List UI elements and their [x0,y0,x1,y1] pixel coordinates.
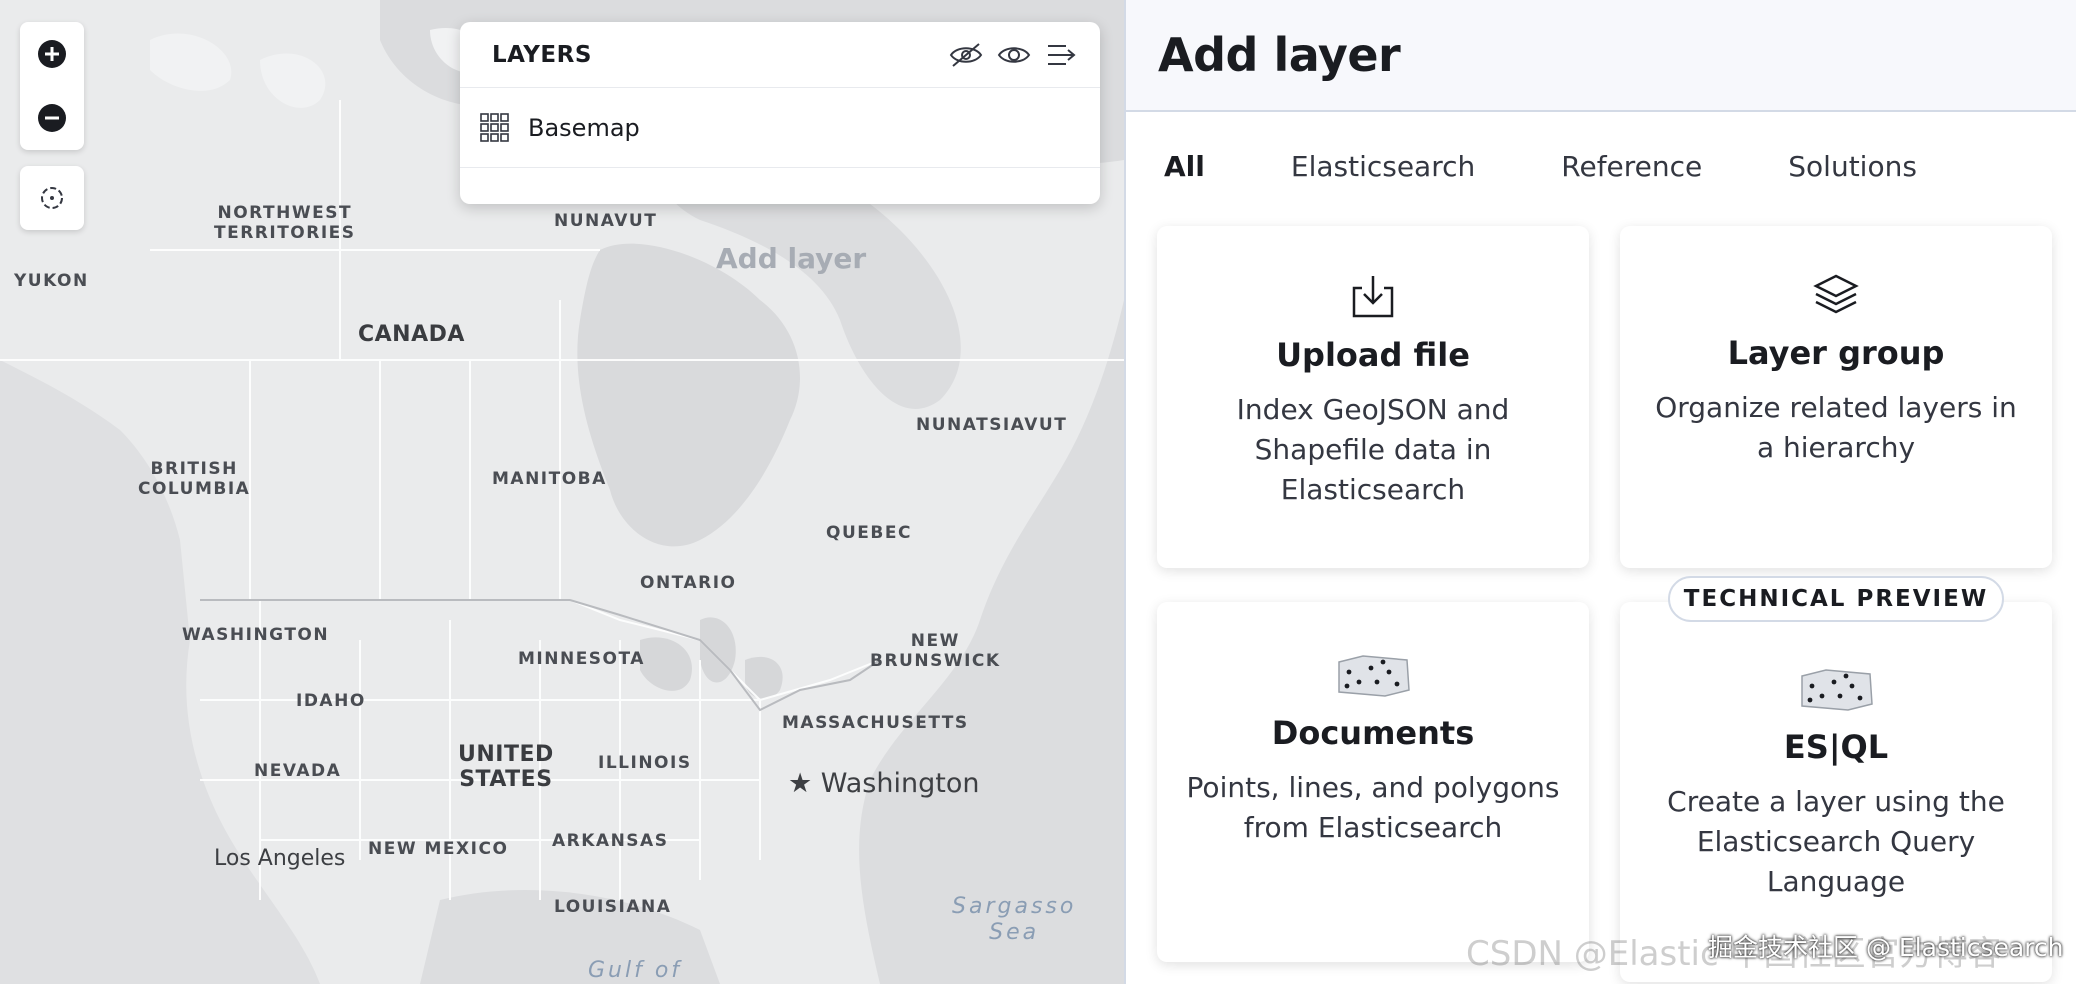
layers-panel-title: LAYERS [492,41,592,68]
show-all-layers-button[interactable] [994,35,1034,75]
map-label-illinois: ILLINOIS [598,753,692,773]
card-title: Layer group [1727,334,1945,372]
map-label-nunavut: NUNAVUT [554,211,658,231]
plus-circle-icon [38,40,66,68]
map-ghost-add-layer: Add layer [716,242,867,275]
tab-solutions[interactable]: Solutions [1788,150,1917,183]
map-label-nunatsiavut: NUNATSIAVUT [916,415,1068,435]
add-layer-header: Add layer [1126,0,2076,112]
technical-preview-badge: TECHNICAL PREVIEW [1668,576,2004,622]
card-title: Upload file [1276,336,1470,374]
card-title: ES|QL [1783,728,1889,766]
eye-closed-icon [949,42,983,67]
grid-icon [480,112,509,142]
card-layer-group[interactable]: Layer group Organize related layers in a… [1620,226,2052,568]
map-label-manitoba: MANITOBA [492,469,607,489]
map-label-northwest-territories: NORTHWEST TERRITORIES [214,203,356,243]
card-description: Index GeoJSON and Shapefile data in Elas… [1236,393,1510,506]
layer-row-basemap[interactable]: Basemap [460,88,1100,168]
crosshair-icon [41,187,63,209]
map-label-minnesota: MINNESOTA [518,649,645,669]
map-label-los-angeles: Los Angeles [214,846,346,871]
map-label-quebec: QUEBEC [826,523,912,543]
locate-control [20,166,84,230]
hide-all-layers-button[interactable] [946,35,986,75]
map-canvas[interactable]: NORTHWEST TERRITORIES YUKON NUNAVUT CANAD… [0,0,1124,984]
map-label-sargasso-sea: Sargasso Sea [952,894,1077,946]
add-layer-title: Add layer [1158,28,1401,82]
zoom-in-button[interactable] [20,22,84,86]
map-label-idaho: IDAHO [296,691,366,711]
card-esql[interactable]: ES|QL Create a layer using the Elasticse… [1620,602,2052,982]
layer-name: Basemap [528,113,640,142]
layers-panel-header: LAYERS [460,22,1100,88]
map-label-arkansas: ARKANSAS [552,831,669,851]
zoom-controls [20,22,84,150]
collapse-right-icon [1048,44,1076,65]
map-label-nevada: NEVADA [254,761,342,781]
layers-icon [1813,274,1859,314]
capital-star-icon: ★ [788,768,821,799]
map-label-ontario: ONTARIO [640,573,737,593]
card-description: Points, lines, and polygons from Elastic… [1186,771,1560,844]
map-label-canada: CANADA [358,322,465,347]
documents-icon [1338,655,1410,697]
upload-icon [1352,276,1394,318]
map-label-gulf: Gulf of [588,958,683,983]
map-label-massachusetts: MASSACHUSETTS [782,713,969,733]
map-label-washington-state: WASHINGTON [182,625,330,645]
zoom-out-button[interactable] [20,86,84,150]
card-description: Create a layer using the Elasticsearch Q… [1667,785,2005,898]
map-label-yukon: YUKON [14,271,89,291]
tab-reference[interactable]: Reference [1561,150,1702,183]
minus-circle-icon [38,104,66,132]
layer-type-tabs: All Elasticsearch Reference Solutions [1164,150,2003,183]
map-label-louisiana: LOUISIANA [554,897,672,917]
map-label-british-columbia: BRITISH COLUMBIA [138,459,251,499]
map-label-washington-city: ★ Washington [788,768,980,799]
layers-panel: LAYERS Basemap [460,22,1100,204]
card-title: Documents [1271,714,1475,752]
eye-icon [997,46,1031,63]
card-upload-file[interactable]: Upload file Index GeoJSON and Shapefile … [1157,226,1589,568]
fit-to-data-button[interactable] [20,166,84,230]
map-label-new-mexico: NEW MEXICO [368,839,509,859]
esql-icon [1801,669,1873,711]
tab-elasticsearch[interactable]: Elasticsearch [1291,150,1475,183]
card-description: Organize related layers in a hierarchy [1655,391,2017,464]
map-label-new-brunswick: NEW BRUNSWICK [870,631,1001,671]
tab-all[interactable]: All [1164,150,1205,183]
watermark-overlay: 掘金技术社区 @ Elasticsearch [1708,933,2064,962]
map-label-united-states: UNITED STATES [458,742,554,793]
card-documents[interactable]: Documents Points, lines, and polygons fr… [1157,602,1589,962]
collapse-layers-button[interactable] [1042,35,1082,75]
